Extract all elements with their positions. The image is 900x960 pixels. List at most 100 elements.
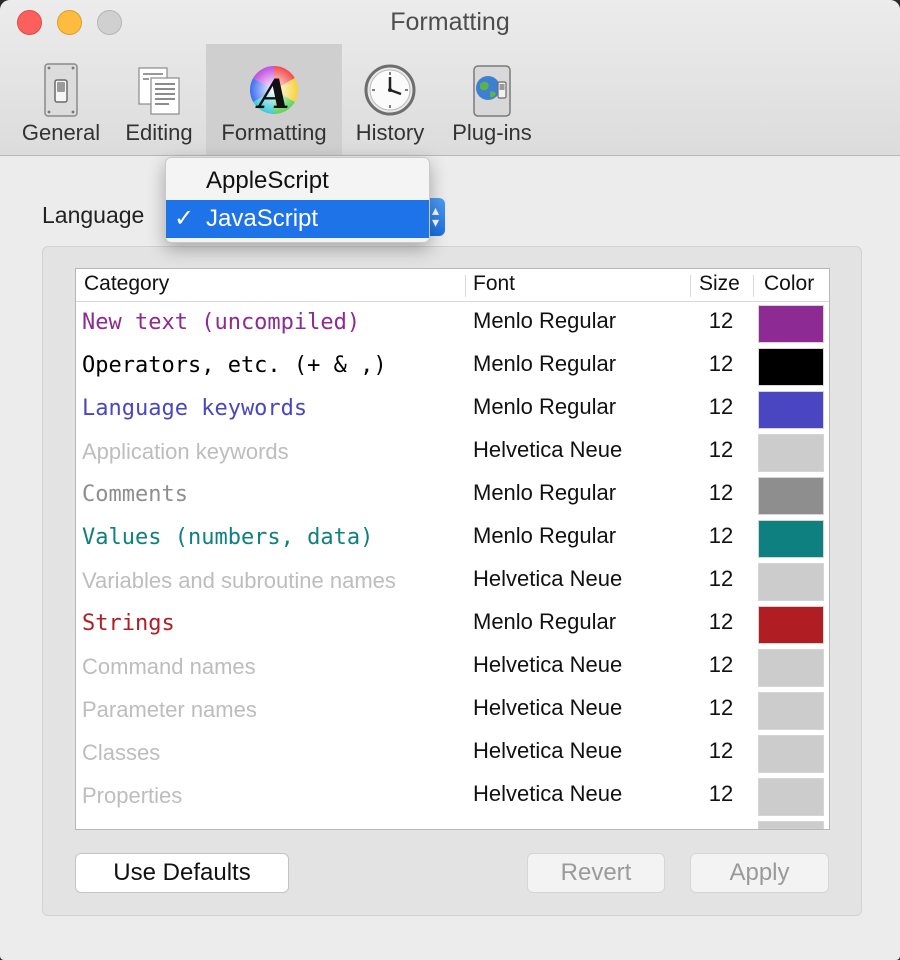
category-cell: New text (uncompiled)	[82, 310, 361, 335]
table-row[interactable]: New text (uncompiled) Menlo Regular 12	[76, 302, 829, 345]
menu-item-applescript[interactable]: AppleScript	[166, 162, 429, 200]
menu-item-javascript[interactable]: ✓ JavaScript	[166, 200, 429, 238]
size-cell[interactable]: 12	[696, 652, 746, 678]
table-row[interactable]: Application keywords Helvetica Neue 12	[76, 431, 829, 474]
table-row[interactable]: Parameter names Helvetica Neue 12	[76, 689, 829, 732]
category-cell: Application keywords	[82, 439, 289, 464]
category-cell: Values (numbers, data)	[82, 525, 374, 550]
table-row[interactable]: Values (numbers, data) Menlo Regular 12	[76, 517, 829, 560]
menu-item-label: AppleScript	[206, 167, 329, 194]
category-cell: Command names	[82, 654, 256, 679]
checkmark-icon: ✓	[174, 205, 195, 232]
toolbar-label-editing: Editing	[125, 120, 193, 145]
toolbar-item-plugins[interactable]: Plug-ins	[446, 44, 538, 155]
category-cell: Parameter names	[82, 697, 257, 722]
table-row[interactable]: Variables and subroutine names Helvetica …	[76, 560, 829, 603]
apply-button[interactable]: Apply	[690, 853, 829, 893]
color-swatch[interactable]	[758, 692, 824, 730]
color-swatch[interactable]	[758, 606, 824, 644]
font-cell[interactable]: Menlo Regular	[473, 394, 616, 420]
font-cell[interactable]: Menlo Regular	[473, 609, 616, 635]
table-row[interactable]: Language keywords Menlo Regular 12	[76, 388, 829, 431]
font-cell[interactable]: Menlo Regular	[473, 480, 616, 506]
column-header-font[interactable]: Font	[473, 272, 515, 296]
documents-icon	[138, 67, 180, 115]
table-row[interactable]: Properties Helvetica Neue 12	[76, 775, 829, 818]
size-cell[interactable]: 12	[696, 695, 746, 721]
category-cell: Variables and subroutine names	[82, 568, 396, 593]
size-cell[interactable]: 12	[696, 480, 746, 506]
size-cell[interactable]: 12	[696, 437, 746, 463]
table-row[interactable]: Classes Helvetica Neue 12	[76, 732, 829, 775]
toolbar-label-formatting: Formatting	[221, 120, 327, 145]
table-row[interactable]: Command names Helvetica Neue 12	[76, 646, 829, 689]
clock-icon	[364, 64, 416, 116]
column-divider	[465, 275, 466, 297]
font-color-wheel-icon: A	[249, 65, 299, 118]
color-swatch[interactable]	[758, 434, 824, 472]
table-row[interactable]: Comments Menlo Regular 12	[76, 474, 829, 517]
category-cell: Language keywords	[82, 396, 308, 421]
language-label: Language	[42, 202, 145, 228]
category-cell: Comments	[82, 482, 188, 507]
table-row[interactable]: Strings Menlo Regular 12	[76, 603, 829, 646]
font-cell[interactable]: Menlo Regular	[473, 523, 616, 549]
font-cell[interactable]: Helvetica Neue	[473, 695, 622, 721]
preferences-window: Formatting General Editing A Formatting …	[0, 0, 900, 960]
size-cell[interactable]: 12	[696, 394, 746, 420]
table-header: Category Font Size Color	[76, 269, 829, 302]
use-defaults-button[interactable]: Use Defaults	[75, 853, 289, 893]
window-title: Formatting	[390, 8, 510, 36]
switch-icon	[44, 63, 78, 117]
color-swatch[interactable]	[758, 391, 824, 429]
color-swatch[interactable]	[758, 477, 824, 515]
category-cell: Properties	[82, 783, 183, 808]
font-cell[interactable]: Helvetica Neue	[473, 781, 622, 807]
color-swatch[interactable]	[758, 821, 824, 829]
toolbar-item-formatting[interactable]: A Formatting	[206, 44, 342, 155]
category-cell: Strings	[82, 611, 175, 636]
font-cell[interactable]: Helvetica Neue	[473, 738, 622, 764]
size-cell[interactable]: 12	[696, 523, 746, 549]
font-cell[interactable]: Menlo Regular	[473, 351, 616, 377]
toolbar-item-general[interactable]: General	[18, 44, 104, 155]
font-cell[interactable]: Helvetica Neue	[473, 566, 622, 592]
color-swatch[interactable]	[758, 649, 824, 687]
column-header-size[interactable]: Size	[699, 272, 740, 296]
toolbar-item-history[interactable]: History	[350, 44, 430, 155]
title-bar: Formatting General Editing A Formatting …	[0, 0, 900, 156]
column-divider	[690, 275, 691, 297]
color-swatch[interactable]	[758, 735, 824, 773]
category-cell: Operators, etc. (+ & ,)	[82, 353, 387, 378]
chevron-up-down-icon: ▴ ▾	[431, 202, 439, 230]
svg-text:A: A	[254, 71, 289, 118]
font-cell[interactable]: Helvetica Neue	[473, 437, 622, 463]
color-swatch[interactable]	[758, 348, 824, 386]
toolbar-item-editing[interactable]: Editing	[120, 44, 198, 155]
table-row[interactable]: Operators, etc. (+ & ,) Menlo Regular 12	[76, 345, 829, 388]
toolbar-label-history: History	[355, 120, 425, 145]
column-divider	[753, 275, 754, 297]
size-cell[interactable]: 12	[696, 781, 746, 807]
menu-item-label: JavaScript	[206, 205, 319, 232]
formatting-table[interactable]: Category Font Size Color New text (uncom…	[75, 268, 830, 830]
toolbar-label-general: General	[21, 120, 101, 145]
size-cell[interactable]: 12	[696, 738, 746, 764]
revert-button[interactable]: Revert	[527, 853, 665, 893]
size-cell[interactable]: 12	[696, 609, 746, 635]
column-header-category[interactable]: Category	[84, 272, 169, 296]
toolbar-label-plugins: Plug-ins	[452, 120, 532, 145]
size-cell[interactable]: 12	[696, 566, 746, 592]
color-swatch[interactable]	[758, 520, 824, 558]
color-swatch[interactable]	[758, 778, 824, 816]
font-cell[interactable]: Menlo Regular	[473, 308, 616, 334]
font-cell[interactable]: Helvetica Neue	[473, 652, 622, 678]
size-cell[interactable]: 12	[696, 308, 746, 334]
column-header-color[interactable]: Color	[764, 272, 814, 296]
category-cell: Classes	[82, 740, 161, 765]
color-swatch[interactable]	[758, 305, 824, 343]
plugins-icon	[473, 65, 511, 117]
size-cell[interactable]: 12	[696, 351, 746, 377]
language-menu: AppleScript ✓ JavaScript	[165, 157, 430, 243]
color-swatch[interactable]	[758, 563, 824, 601]
